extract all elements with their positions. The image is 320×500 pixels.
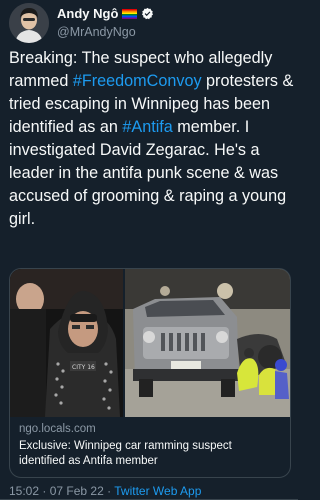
portrait-photo: CITY 16: [10, 269, 123, 417]
user-handle[interactable]: @MrAndyNgo: [57, 25, 136, 39]
meta-separator: ·: [107, 484, 112, 498]
verified-badge-icon: [142, 7, 154, 20]
card-title: Exclusive: Winnipeg car ramming suspect …: [19, 440, 232, 467]
rainbow-flag-icon: [122, 8, 138, 19]
avatar-image: [9, 3, 49, 43]
hashtag-antifa[interactable]: #Antifa: [122, 118, 172, 136]
avatar[interactable]: [9, 3, 49, 43]
tweet-text: Breaking: The suspect who allegedly ramm…: [9, 47, 294, 231]
meta-separator: ·: [42, 484, 47, 498]
tweet-time[interactable]: 15:02: [9, 484, 39, 498]
tweet-date[interactable]: 07 Feb 22: [50, 484, 104, 498]
tweet-header: Andy Ngô @MrAndyNgo: [9, 3, 289, 43]
card-media: CITY 16: [10, 269, 290, 417]
name-row: Andy Ngô: [57, 6, 154, 21]
hashtag-freedomconvoy[interactable]: #FreedomConvoy: [73, 72, 202, 90]
tweet-client-link[interactable]: Twitter Web App: [114, 484, 201, 498]
car-crash-scene-photo: [125, 269, 290, 417]
card-domain: ngo.locals.com: [19, 423, 96, 435]
tweet-metadata: 15:02 · 07 Feb 22 · Twitter Web App: [9, 484, 201, 498]
link-card[interactable]: CITY 16 ngo.locals.com Exclusive: Winnip…: [9, 268, 291, 478]
svg-text:CITY 16: CITY 16: [72, 364, 95, 371]
display-name[interactable]: Andy Ngô: [57, 6, 118, 21]
